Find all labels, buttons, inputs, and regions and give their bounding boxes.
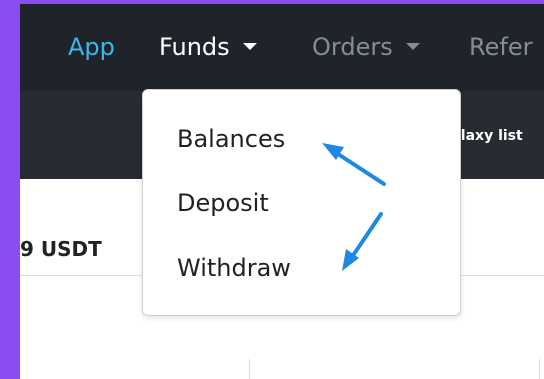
nav-orders-label: Orders (312, 33, 393, 61)
ticker-text: ilaxy list (456, 128, 523, 144)
nav-funds[interactable]: Funds (159, 32, 258, 62)
column-divider (539, 359, 540, 379)
menu-item-deposit[interactable]: Deposit (177, 188, 269, 218)
funds-dropdown-menu: Balances Deposit Withdraw (142, 89, 461, 316)
nav-refer[interactable]: Refer (469, 32, 532, 62)
menu-item-withdraw[interactable]: Withdraw (177, 253, 291, 283)
purple-frame-left (0, 0, 20, 379)
nav-app[interactable]: App (68, 32, 115, 62)
balance-value: 9 USDT (20, 237, 102, 261)
chevron-down-icon (243, 42, 258, 50)
chevron-down-icon (406, 42, 421, 50)
top-navbar: App Funds Orders Refer (20, 4, 544, 91)
app-window: App Funds Orders Refer ilaxy list 9 USDT… (20, 4, 544, 379)
nav-orders[interactable]: Orders (312, 32, 421, 62)
column-divider (249, 359, 250, 379)
nav-funds-label: Funds (159, 33, 230, 61)
menu-item-balances[interactable]: Balances (177, 124, 285, 154)
